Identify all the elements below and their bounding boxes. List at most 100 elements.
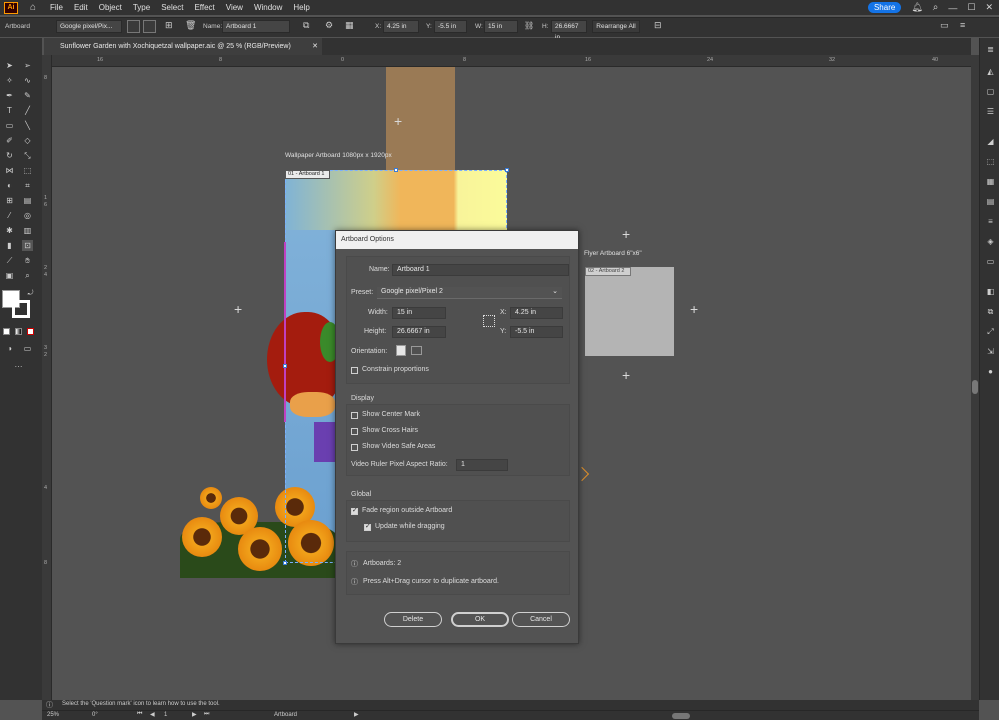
column-graph-tool-icon[interactable]: ▥ xyxy=(22,225,33,236)
home-icon[interactable]: ⌂ xyxy=(30,2,36,13)
preset-dropdown[interactable]: Google pixel/Pixel 2 ⌄ xyxy=(377,287,562,299)
grid-icon[interactable]: ⊟ xyxy=(654,20,662,31)
preset-dropdown[interactable]: Google pixel/Pix... xyxy=(56,20,122,33)
perspective-grid-tool-icon[interactable]: ⌗ xyxy=(22,180,33,191)
constrain-checkbox[interactable] xyxy=(351,367,358,374)
delete-button[interactable]: Delete xyxy=(384,612,442,627)
artboard-tool-icon[interactable]: ⊡ xyxy=(22,240,33,251)
menu-window[interactable]: Window xyxy=(254,3,282,12)
next-artboard-icon[interactable]: ▶ xyxy=(192,711,197,718)
update-dragging-checkbox[interactable] xyxy=(364,522,371,531)
lasso-tool-icon[interactable]: ∿ xyxy=(22,75,33,86)
pen-tool-icon[interactable]: ✒ xyxy=(4,90,15,101)
comments-icon[interactable]: ▢ xyxy=(985,86,996,97)
portrait-icon[interactable] xyxy=(127,20,140,33)
delete-artboard-icon[interactable]: 🗑︎ xyxy=(185,20,196,31)
portrait-orientation-button[interactable] xyxy=(396,345,406,356)
none-mode-icon[interactable] xyxy=(27,328,34,335)
artboard-2[interactable] xyxy=(585,267,674,356)
zoom-tool-icon[interactable]: ⌕ xyxy=(22,270,33,281)
artboard-number[interactable]: 1 xyxy=(164,712,167,718)
color-mode-icon[interactable] xyxy=(3,328,10,335)
show-cross-hairs-checkbox[interactable] xyxy=(351,428,358,435)
panel-menu-icon[interactable]: ≡ xyxy=(960,20,965,30)
swap-fill-stroke-icon[interactable]: ⤾ xyxy=(25,288,36,299)
curvature-tool-icon[interactable]: ✎ xyxy=(22,90,33,101)
pathfinder-icon[interactable]: ● xyxy=(985,366,996,377)
graph-tool-icon[interactable]: ▮ xyxy=(4,240,15,251)
hand-tool-icon[interactable]: ✋︎ xyxy=(22,255,33,266)
symbol-sprayer-tool-icon[interactable]: ✱ xyxy=(4,225,15,236)
bell-icon[interactable]: 🔔︎ xyxy=(911,2,922,13)
menu-edit[interactable]: Edit xyxy=(74,3,88,12)
color-guide-icon[interactable]: ⬚ xyxy=(985,156,996,167)
zoom-level[interactable]: 25% xyxy=(47,712,59,718)
menu-type[interactable]: Type xyxy=(133,3,150,12)
artboard-options-icon[interactable]: ⚙ xyxy=(325,20,333,31)
ok-button[interactable]: OK xyxy=(451,612,509,627)
menu-select[interactable]: Select xyxy=(161,3,183,12)
new-artboard-icon[interactable]: ⊞ xyxy=(165,20,173,31)
draw-mode-icon[interactable]: ◑ xyxy=(4,343,15,354)
export-icon[interactable]: ⇲ xyxy=(985,346,996,357)
magic-wand-tool-icon[interactable]: ✧ xyxy=(4,75,15,86)
layers-icon[interactable]: ◈ xyxy=(985,236,996,247)
link-icon[interactable]: ⛓︎ xyxy=(524,21,534,30)
help-icon[interactable]: ⓘ xyxy=(46,700,53,710)
artboard-name-input[interactable]: Artboard 1 xyxy=(222,20,290,33)
transparency-icon[interactable]: ◧ xyxy=(985,286,996,297)
rotation-value[interactable]: 0° xyxy=(92,712,98,718)
selection-tool-icon[interactable]: ➤ xyxy=(4,60,15,71)
transform-icon[interactable]: ⤢ xyxy=(985,326,996,337)
menu-view[interactable]: View xyxy=(226,3,243,12)
reference-point-icon[interactable] xyxy=(483,315,495,327)
x-input[interactable]: 4.25 in xyxy=(383,20,419,33)
screen-mode-icon[interactable]: ▭ xyxy=(22,343,33,354)
h-input[interactable]: 26.6667 in xyxy=(551,20,587,41)
close-icon[interactable]: ✕ xyxy=(985,2,993,13)
last-artboard-icon[interactable]: ⏭ xyxy=(204,711,209,718)
links-icon[interactable]: ⧉ xyxy=(985,306,996,317)
gradient-mode-icon[interactable] xyxy=(15,328,22,335)
resize-handle[interactable] xyxy=(394,168,398,172)
menu-help[interactable]: Help xyxy=(293,3,309,12)
rearrange-all-button[interactable]: Rearrange All xyxy=(592,20,640,33)
eyedropper-tool-icon[interactable]: ⁄ xyxy=(4,210,15,221)
cancel-button[interactable]: Cancel xyxy=(512,612,570,627)
scale-tool-icon[interactable]: ⤡ xyxy=(22,150,33,161)
blend-tool-icon[interactable]: ◎ xyxy=(22,210,33,221)
prev-artboard-icon[interactable]: ◀ xyxy=(150,711,155,718)
move-artwork-icon[interactable]: ⧉ xyxy=(303,20,309,31)
maximize-icon[interactable]: ☐ xyxy=(967,2,975,13)
minimize-icon[interactable]: — xyxy=(948,3,957,13)
resize-handle[interactable] xyxy=(283,561,287,565)
color-icon[interactable]: ◢ xyxy=(985,136,996,147)
first-artboard-icon[interactable]: ⏮ xyxy=(137,711,142,718)
x-input[interactable]: 4.25 in xyxy=(510,307,563,319)
vertical-scrollbar[interactable] xyxy=(971,55,979,700)
landscape-orientation-button[interactable] xyxy=(411,346,422,355)
type-tool-icon[interactable]: T xyxy=(4,105,15,116)
print-tiling-tool-icon[interactable]: ▣ xyxy=(4,270,15,281)
menu-object[interactable]: Object xyxy=(99,3,122,12)
show-center-mark-checkbox[interactable] xyxy=(351,412,358,419)
document-tab[interactable]: Sunflower Garden with Xochiquetzal wallp… xyxy=(44,38,322,55)
menu-file[interactable]: File xyxy=(50,3,63,12)
eraser-tool-icon[interactable]: ◇ xyxy=(22,135,33,146)
video-ratio-input[interactable]: 1 xyxy=(456,459,508,471)
show-video-safe-checkbox[interactable] xyxy=(351,444,358,451)
stroke-swatch[interactable] xyxy=(12,300,30,318)
rectangle-tool-icon[interactable]: ▭ xyxy=(4,120,15,131)
search-icon[interactable]: ⌕ xyxy=(933,2,939,13)
align-icon[interactable]: ▦ xyxy=(345,20,354,31)
width-tool-icon[interactable]: ⋈ xyxy=(4,165,15,176)
libraries-icon[interactable]: ☰ xyxy=(985,106,996,117)
stroke-icon[interactable]: ≡ xyxy=(985,216,996,227)
horizontal-scroll-thumb[interactable] xyxy=(672,713,690,719)
appearance-icon[interactable]: ▤ xyxy=(985,196,996,207)
menu-effect[interactable]: Effect xyxy=(194,3,214,12)
share-button[interactable]: Share xyxy=(867,2,902,13)
more-tools-icon[interactable]: ··· xyxy=(13,361,24,372)
paintbrush-tool-icon[interactable]: ╲ xyxy=(22,120,33,131)
line-tool-icon[interactable]: ╱ xyxy=(22,105,33,116)
